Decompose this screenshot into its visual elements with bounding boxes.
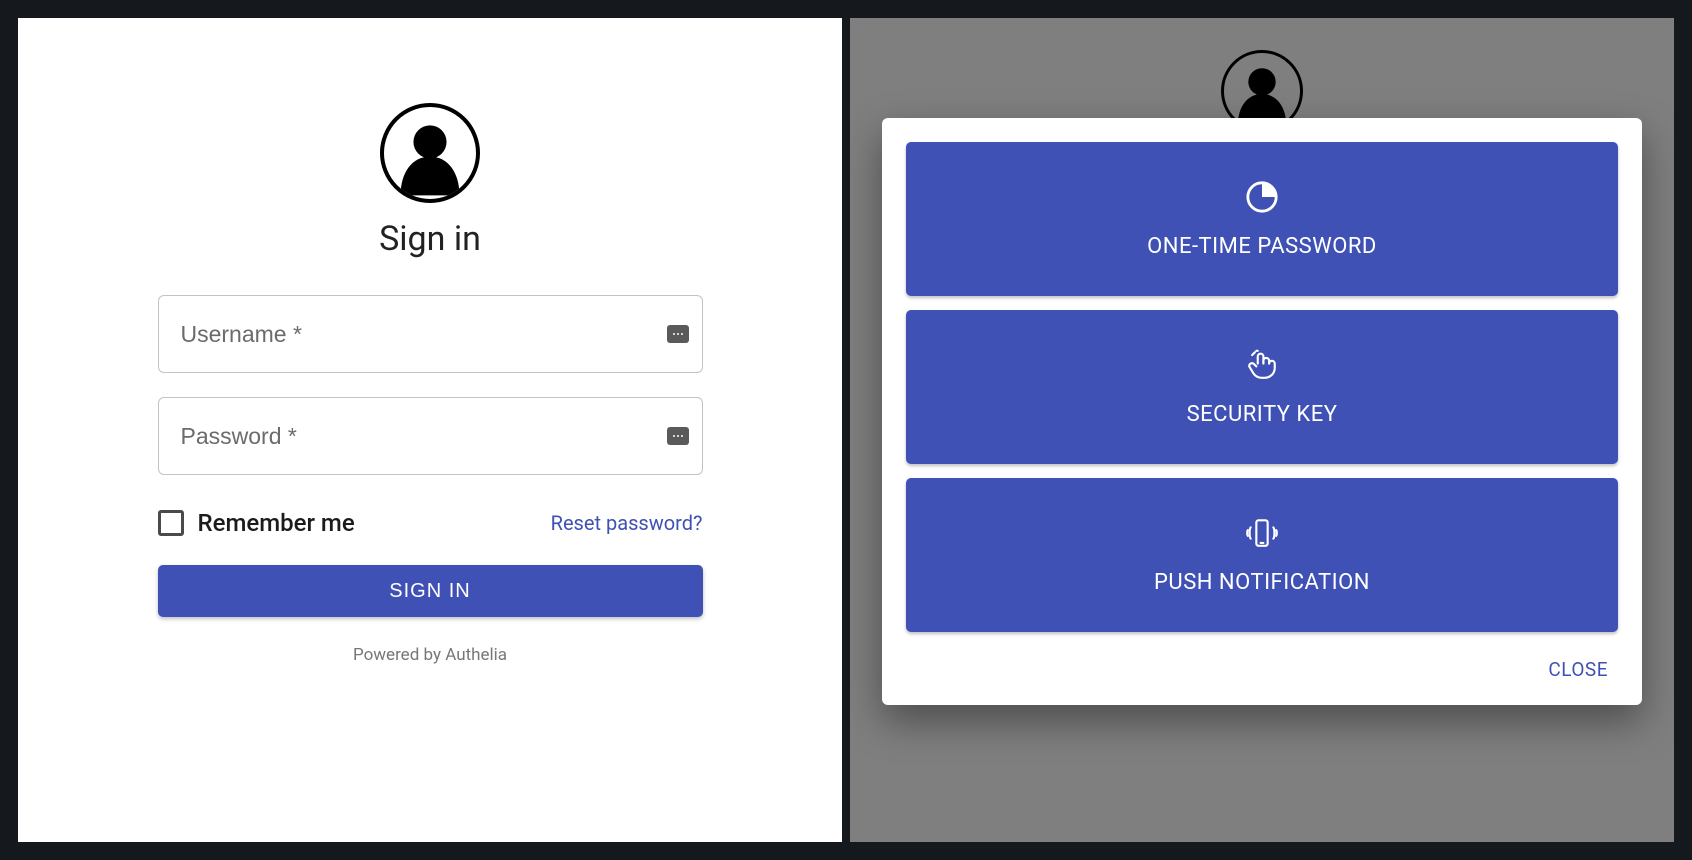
signin-form: Sign in Remember me Reset password? SIGN…: [158, 103, 703, 842]
remember-me-checkbox[interactable]: [158, 510, 184, 536]
avatar-icon: [380, 103, 480, 203]
remember-me[interactable]: Remember me: [158, 509, 355, 537]
otp-method-button[interactable]: ONE-TIME PASSWORD: [906, 142, 1618, 296]
username-field-wrap: [158, 295, 703, 373]
push-notification-method-label: PUSH NOTIFICATION: [1154, 570, 1370, 595]
password-field-wrap: [158, 397, 703, 475]
close-button[interactable]: CLOSE: [1544, 652, 1612, 687]
push-notification-method-button[interactable]: PUSH NOTIFICATION: [906, 478, 1618, 632]
dialog-footer: CLOSE: [906, 646, 1618, 693]
powered-by-label: Powered by Authelia: [353, 645, 507, 665]
password-input[interactable]: [158, 397, 703, 475]
remember-me-label: Remember me: [198, 509, 355, 537]
options-row: Remember me Reset password?: [158, 509, 703, 537]
otp-method-label: ONE-TIME PASSWORD: [1147, 234, 1377, 259]
security-key-method-button[interactable]: SECURITY KEY: [906, 310, 1618, 464]
reset-password-link[interactable]: Reset password?: [551, 511, 703, 535]
phone-vibrate-icon: [1245, 516, 1279, 550]
otp-clock-icon: [1245, 180, 1279, 214]
credentials-hint-icon[interactable]: [667, 427, 689, 445]
signin-button[interactable]: SIGN IN: [158, 565, 703, 617]
username-input[interactable]: [158, 295, 703, 373]
mfa-panel: ONE-TIME PASSWORD SECURITY KEY: [850, 18, 1674, 842]
security-key-method-label: SECURITY KEY: [1187, 402, 1338, 427]
mfa-method-dialog: ONE-TIME PASSWORD SECURITY KEY: [882, 118, 1642, 705]
touch-icon: [1245, 348, 1279, 382]
signin-panel: Sign in Remember me Reset password? SIGN…: [18, 18, 842, 842]
signin-title: Sign in: [379, 219, 481, 259]
credentials-hint-icon[interactable]: [667, 325, 689, 343]
